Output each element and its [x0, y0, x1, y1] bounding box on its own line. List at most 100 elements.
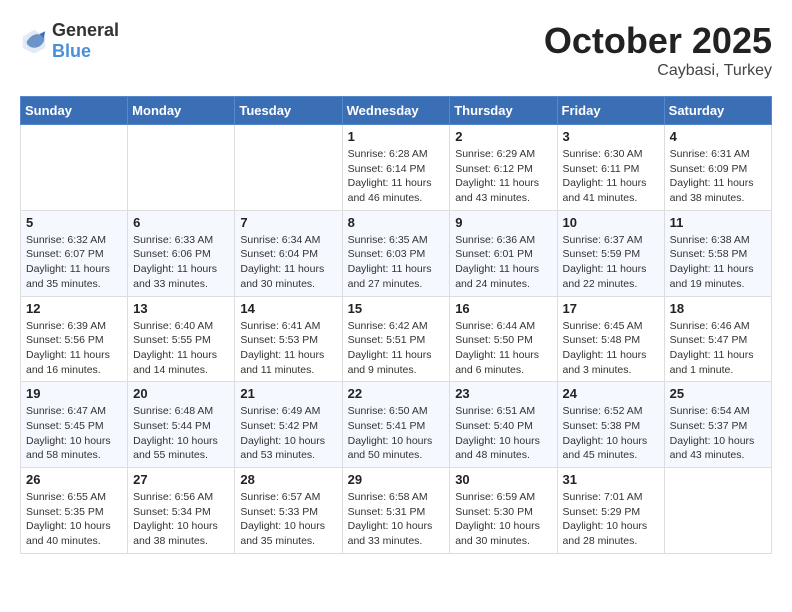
weekday-header: Wednesday: [342, 97, 450, 125]
weekday-header: Tuesday: [235, 97, 342, 125]
day-info: Sunrise: 6:47 AM Sunset: 5:45 PM Dayligh…: [26, 404, 122, 463]
calendar-cell: [235, 125, 342, 211]
weekday-header: Thursday: [450, 97, 557, 125]
day-number: 25: [670, 386, 766, 401]
day-number: 4: [670, 129, 766, 144]
day-info: Sunrise: 6:44 AM Sunset: 5:50 PM Dayligh…: [455, 319, 551, 378]
page-header: General Blue October 2025 Caybasi, Turke…: [20, 20, 772, 80]
calendar-cell: 27 Sunrise: 6:56 AM Sunset: 5:34 PM Dayli…: [128, 468, 235, 554]
logo: General Blue: [20, 20, 119, 62]
day-number: 26: [26, 472, 122, 487]
calendar-cell: 19Sunrise: 6:47 AM Sunset: 5:45 PM Dayli…: [21, 382, 128, 468]
calendar-cell: 14 Sunrise: 6:41 AM Sunset: 5:53 PM Dayli…: [235, 296, 342, 382]
day-info: Sunrise: 6:28 AM Sunset: 6:14 PM Dayligh…: [348, 147, 445, 206]
calendar-cell: 9 Sunrise: 6:36 AM Sunset: 6:01 PM Daylig…: [450, 210, 557, 296]
calendar-cell: [128, 125, 235, 211]
day-number: 15: [348, 301, 445, 316]
calendar-cell: 7 Sunrise: 6:34 AM Sunset: 6:04 PM Daylig…: [235, 210, 342, 296]
calendar-cell: 24Sunrise: 6:52 AM Sunset: 5:38 PM Dayli…: [557, 382, 664, 468]
day-number: 18: [670, 301, 766, 316]
day-info: Sunrise: 6:45 AM Sunset: 5:48 PM Dayligh…: [563, 319, 659, 378]
day-info: Sunrise: 6:36 AM Sunset: 6:01 PM Dayligh…: [455, 233, 551, 292]
day-number: 30: [455, 472, 551, 487]
calendar-cell: 15 Sunrise: 6:42 AM Sunset: 5:51 PM Dayli…: [342, 296, 450, 382]
calendar-cell: 30 Sunrise: 6:59 AM Sunset: 5:30 PM Dayli…: [450, 468, 557, 554]
day-number: 28: [240, 472, 336, 487]
calendar-body: 1Sunrise: 6:28 AM Sunset: 6:14 PM Daylig…: [21, 125, 772, 554]
logo-icon: [20, 27, 48, 55]
day-number: 11: [670, 215, 766, 230]
day-number: 23: [455, 386, 551, 401]
calendar-cell: 13Sunrise: 6:40 AM Sunset: 5:55 PM Dayli…: [128, 296, 235, 382]
day-info: Sunrise: 6:37 AM Sunset: 5:59 PM Dayligh…: [563, 233, 659, 292]
day-number: 29: [348, 472, 445, 487]
location-title: Caybasi, Turkey: [544, 62, 772, 80]
day-info: Sunrise: 6:34 AM Sunset: 6:04 PM Dayligh…: [240, 233, 336, 292]
day-info: Sunrise: 6:51 AM Sunset: 5:40 PM Dayligh…: [455, 404, 551, 463]
calendar-cell: 31Sunrise: 7:01 AM Sunset: 5:29 PM Dayli…: [557, 468, 664, 554]
weekday-header: Sunday: [21, 97, 128, 125]
logo-blue: Blue: [52, 41, 91, 61]
day-info: Sunrise: 6:40 AM Sunset: 5:55 PM Dayligh…: [133, 319, 229, 378]
day-info: Sunrise: 6:50 AM Sunset: 5:41 PM Dayligh…: [348, 404, 445, 463]
day-number: 9: [455, 215, 551, 230]
calendar-cell: 23 Sunrise: 6:51 AM Sunset: 5:40 PM Dayli…: [450, 382, 557, 468]
calendar-cell: [21, 125, 128, 211]
calendar-cell: 2 Sunrise: 6:29 AM Sunset: 6:12 PM Daylig…: [450, 125, 557, 211]
day-info: Sunrise: 6:31 AM Sunset: 6:09 PM Dayligh…: [670, 147, 766, 206]
calendar-header-row: SundayMondayTuesdayWednesdayThursdayFrid…: [21, 97, 772, 125]
calendar-cell: 4 Sunrise: 6:31 AM Sunset: 6:09 PM Daylig…: [664, 125, 771, 211]
day-info: Sunrise: 6:55 AM Sunset: 5:35 PM Dayligh…: [26, 490, 122, 549]
day-number: 8: [348, 215, 445, 230]
calendar-cell: 21 Sunrise: 6:49 AM Sunset: 5:42 PM Dayli…: [235, 382, 342, 468]
day-number: 12: [26, 301, 122, 316]
weekday-header: Saturday: [664, 97, 771, 125]
day-info: Sunrise: 6:56 AM Sunset: 5:34 PM Dayligh…: [133, 490, 229, 549]
day-info: Sunrise: 6:57 AM Sunset: 5:33 PM Dayligh…: [240, 490, 336, 549]
day-number: 21: [240, 386, 336, 401]
day-info: Sunrise: 6:35 AM Sunset: 6:03 PM Dayligh…: [348, 233, 445, 292]
day-number: 22: [348, 386, 445, 401]
calendar-cell: 6Sunrise: 6:33 AM Sunset: 6:06 PM Daylig…: [128, 210, 235, 296]
day-info: Sunrise: 6:41 AM Sunset: 5:53 PM Dayligh…: [240, 319, 336, 378]
logo-text: General Blue: [52, 20, 119, 62]
calendar-cell: 18 Sunrise: 6:46 AM Sunset: 5:47 PM Dayli…: [664, 296, 771, 382]
day-number: 7: [240, 215, 336, 230]
calendar-cell: 12 Sunrise: 6:39 AM Sunset: 5:56 PM Dayli…: [21, 296, 128, 382]
calendar-cell: 26 Sunrise: 6:55 AM Sunset: 5:35 PM Dayli…: [21, 468, 128, 554]
day-info: Sunrise: 6:29 AM Sunset: 6:12 PM Dayligh…: [455, 147, 551, 206]
calendar-cell: 17 Sunrise: 6:45 AM Sunset: 5:48 PM Dayli…: [557, 296, 664, 382]
day-number: 5: [26, 215, 122, 230]
calendar-cell: 16Sunrise: 6:44 AM Sunset: 5:50 PM Dayli…: [450, 296, 557, 382]
month-title: October 2025: [544, 20, 772, 62]
day-number: 17: [563, 301, 659, 316]
calendar-week-row: 5Sunrise: 6:32 AM Sunset: 6:07 PM Daylig…: [21, 210, 772, 296]
day-info: Sunrise: 6:38 AM Sunset: 5:58 PM Dayligh…: [670, 233, 766, 292]
weekday-header: Friday: [557, 97, 664, 125]
title-block: October 2025 Caybasi, Turkey: [544, 20, 772, 80]
day-number: 6: [133, 215, 229, 230]
weekday-header: Monday: [128, 97, 235, 125]
day-number: 3: [563, 129, 659, 144]
calendar-cell: [664, 468, 771, 554]
day-info: Sunrise: 6:48 AM Sunset: 5:44 PM Dayligh…: [133, 404, 229, 463]
day-number: 20: [133, 386, 229, 401]
day-info: Sunrise: 6:46 AM Sunset: 5:47 PM Dayligh…: [670, 319, 766, 378]
day-info: Sunrise: 6:54 AM Sunset: 5:37 PM Dayligh…: [670, 404, 766, 463]
day-info: Sunrise: 6:39 AM Sunset: 5:56 PM Dayligh…: [26, 319, 122, 378]
calendar-week-row: 12 Sunrise: 6:39 AM Sunset: 5:56 PM Dayli…: [21, 296, 772, 382]
day-info: Sunrise: 6:49 AM Sunset: 5:42 PM Dayligh…: [240, 404, 336, 463]
calendar-cell: 29Sunrise: 6:58 AM Sunset: 5:31 PM Dayli…: [342, 468, 450, 554]
day-info: Sunrise: 6:59 AM Sunset: 5:30 PM Dayligh…: [455, 490, 551, 549]
calendar-cell: 5Sunrise: 6:32 AM Sunset: 6:07 PM Daylig…: [21, 210, 128, 296]
logo-general: General: [52, 20, 119, 40]
day-info: Sunrise: 6:42 AM Sunset: 5:51 PM Dayligh…: [348, 319, 445, 378]
calendar-cell: 10 Sunrise: 6:37 AM Sunset: 5:59 PM Dayli…: [557, 210, 664, 296]
calendar-week-row: 1Sunrise: 6:28 AM Sunset: 6:14 PM Daylig…: [21, 125, 772, 211]
day-number: 14: [240, 301, 336, 316]
calendar-week-row: 26 Sunrise: 6:55 AM Sunset: 5:35 PM Dayli…: [21, 468, 772, 554]
day-number: 27: [133, 472, 229, 487]
day-number: 31: [563, 472, 659, 487]
day-number: 2: [455, 129, 551, 144]
day-number: 10: [563, 215, 659, 230]
